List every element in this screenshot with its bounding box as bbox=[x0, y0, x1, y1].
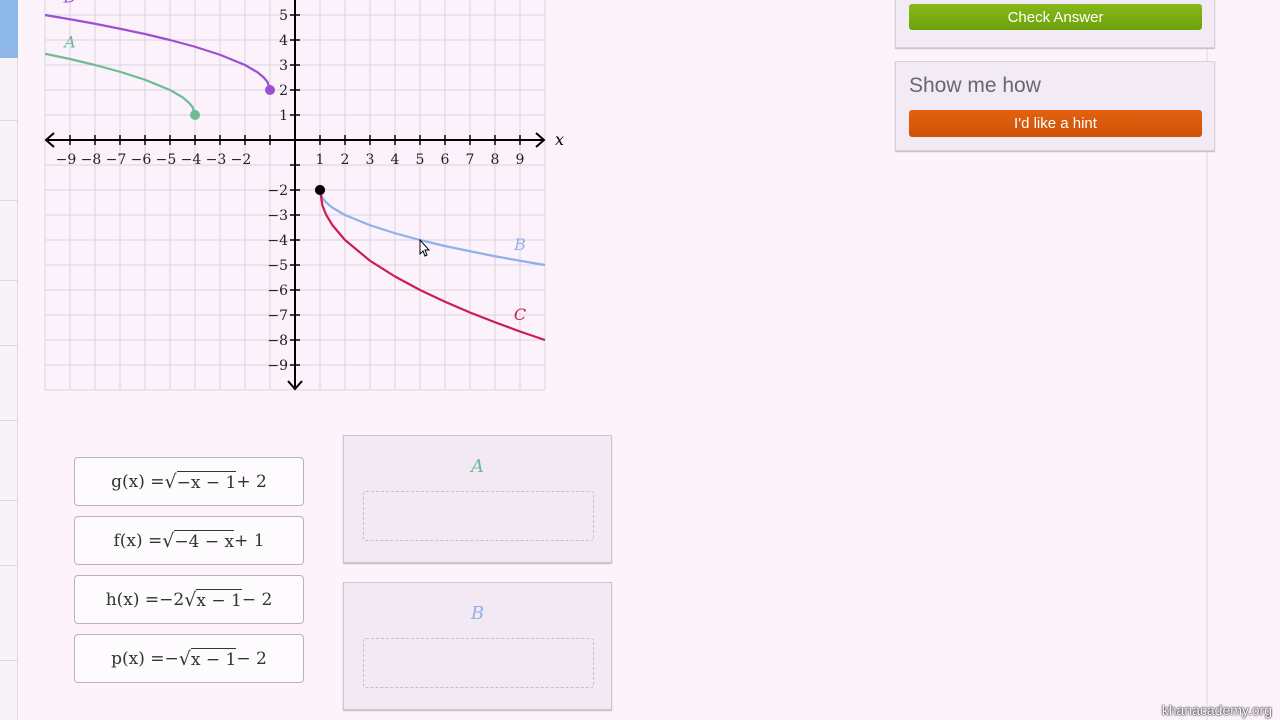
x-tick-label: −5 bbox=[156, 152, 177, 168]
y-tick-label: −5 bbox=[267, 258, 288, 274]
y-tick-label: −7 bbox=[267, 308, 288, 324]
equation-coefficient: − bbox=[164, 648, 179, 669]
equation-radicand: −x − 1 bbox=[176, 470, 237, 493]
y-tick-label: −9 bbox=[267, 358, 288, 374]
equation-constant: + 1 bbox=[234, 530, 265, 551]
equation-lhs: f(x) = bbox=[113, 530, 163, 551]
x-tick-label: 9 bbox=[516, 152, 525, 168]
coordinate-graph: x−9 −8 −7 −6 −5 −4 −3 −2 1 2 3 4 5 6 7 8 954321−2−3−4−5−… bbox=[44, 0, 564, 391]
sqrt-icon: √ bbox=[162, 529, 175, 552]
equation-radicand: −4 − x bbox=[174, 529, 235, 552]
equation-card[interactable]: g(x) = √ −x − 1 + 2 bbox=[74, 457, 304, 506]
equation-constant: − 2 bbox=[236, 648, 267, 669]
x-tick-label: −8 bbox=[81, 152, 102, 168]
x-tick-label: 3 bbox=[366, 152, 375, 168]
equation-radicand: x − 1 bbox=[190, 647, 237, 670]
endpoint-d bbox=[265, 85, 275, 95]
equation-coefficient: −2 bbox=[159, 589, 185, 610]
equation-card[interactable]: p(x) = − √ x − 1 − 2 bbox=[74, 634, 304, 683]
equation-lhs: g(x) = bbox=[111, 471, 165, 492]
equation-lhs: p(x) = bbox=[111, 648, 165, 669]
x-tick-label: −9 bbox=[56, 152, 77, 168]
watermark: khanacademy.org bbox=[1161, 702, 1272, 718]
x-tick-label: −4 bbox=[181, 152, 202, 168]
endpoint-a bbox=[190, 110, 200, 120]
y-tick-label: −4 bbox=[267, 233, 288, 249]
y-tick-label: −6 bbox=[267, 283, 288, 299]
drop-zone-b[interactable]: B bbox=[343, 582, 612, 710]
endpoint-c bbox=[315, 185, 325, 195]
x-tick-label: −7 bbox=[106, 152, 127, 168]
y-tick-label: −2 bbox=[267, 183, 288, 199]
sqrt-icon: √ bbox=[184, 588, 197, 611]
equation-constant: − 2 bbox=[241, 589, 273, 610]
y-tick-label: −3 bbox=[267, 208, 288, 224]
drop-label-a: A bbox=[471, 456, 484, 477]
y-tick-label: 1 bbox=[279, 108, 288, 124]
sqrt-icon: √ bbox=[164, 470, 177, 493]
check-answer-panel: Check Answer bbox=[895, 0, 1215, 48]
y-tick-label: 5 bbox=[279, 8, 288, 24]
curve-label-c: C bbox=[514, 305, 526, 324]
curve-label-d: D bbox=[63, 0, 77, 7]
curve-label-b: B bbox=[513, 235, 526, 254]
y-tick-label: 2 bbox=[279, 83, 288, 99]
x-tick-label: 7 bbox=[466, 152, 475, 168]
y-tick-label: 4 bbox=[279, 33, 288, 49]
drop-slot-a[interactable] bbox=[363, 491, 594, 541]
x-tick-label: −2 bbox=[231, 152, 252, 168]
x-tick-label: 2 bbox=[341, 152, 350, 168]
curve-label-a: A bbox=[62, 33, 76, 52]
x-tick-label: 4 bbox=[391, 152, 400, 168]
show-me-how-heading: Show me how bbox=[909, 74, 1041, 97]
hint-button[interactable]: I'd like a hint bbox=[909, 110, 1202, 137]
drop-slot-b[interactable] bbox=[363, 638, 594, 688]
x-tick-label: −6 bbox=[131, 152, 152, 168]
y-tick-label: −8 bbox=[267, 333, 288, 349]
sqrt-icon: √ bbox=[178, 647, 191, 670]
equation-card[interactable]: h(x) = −2 √ x − 1 − 2 bbox=[74, 575, 304, 624]
equation-radicand: x − 1 bbox=[196, 588, 242, 611]
x-tick-label: 5 bbox=[416, 152, 425, 168]
x-axis-label: x bbox=[555, 130, 564, 149]
hint-panel: Show me how I'd like a hint bbox=[895, 61, 1215, 151]
drop-zone-a[interactable]: A bbox=[343, 435, 612, 563]
drop-label-b: B bbox=[470, 603, 485, 624]
x-tick-label: 8 bbox=[491, 152, 500, 168]
equation-card[interactable]: f(x) = √ −4 − x + 1 bbox=[74, 516, 304, 565]
x-tick-label: −3 bbox=[206, 152, 227, 168]
equation-constant: + 2 bbox=[236, 471, 267, 492]
equation-lhs: h(x) = bbox=[105, 589, 160, 610]
y-tick-label: 3 bbox=[279, 58, 288, 74]
x-tick-label: 6 bbox=[441, 152, 450, 168]
x-tick-label: 1 bbox=[316, 152, 325, 168]
check-answer-button[interactable]: Check Answer bbox=[909, 4, 1202, 30]
